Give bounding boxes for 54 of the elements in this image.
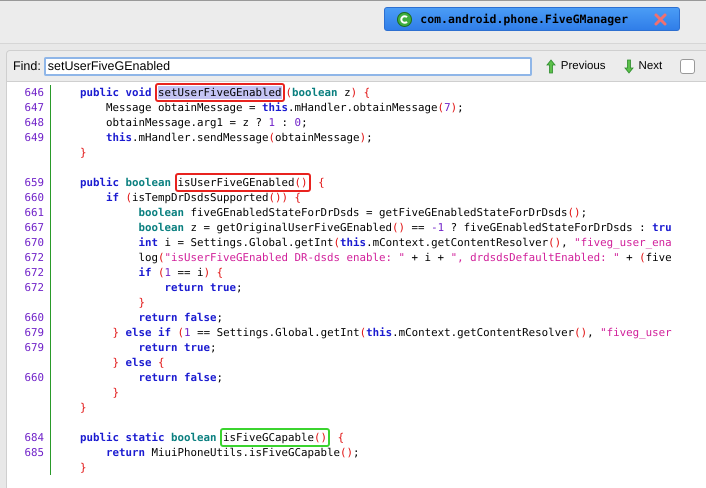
- code-line: public static boolean isFiveGCapable() {: [50, 430, 344, 445]
- code-line: return false;: [50, 310, 224, 325]
- line-number: 660: [23, 370, 45, 385]
- line-number: 685: [23, 445, 45, 460]
- code-line: return false;: [50, 370, 224, 385]
- previous-button[interactable]: Previous: [542, 58, 610, 74]
- code-line: } else if (1 == Settings.Global.getInt(this.mContext.getContentResolver(), "fiveg_user: [50, 325, 672, 340]
- line-number: 648: [23, 115, 45, 130]
- highlight-frame: setUserFiveGEnabled: [155, 83, 285, 102]
- code-line: }: [50, 385, 120, 400]
- line-number: 684: [23, 430, 45, 445]
- code-line: obtainMessage.arg1 = z ? 1 : 0;: [50, 115, 308, 130]
- line-number: 660: [23, 310, 45, 325]
- code-line: log("isUserFiveGEnabled DR-dsds enable: " + i + ", drdsdsDefaultEnabled: " + (five: [50, 250, 672, 265]
- code-line: } else {: [50, 355, 165, 370]
- find-field[interactable]: setUserFiveGEnabled: [44, 56, 532, 76]
- line-number: 646: [23, 85, 45, 100]
- highlight-frame: isUserFiveGEnabled(): [174, 173, 311, 192]
- line-number: 679: [23, 325, 45, 340]
- class-icon: [397, 12, 412, 26]
- line-number: 670: [23, 235, 45, 250]
- down-arrow-icon: [624, 58, 634, 74]
- code-line: return MiuiPhoneUtils.isFiveGCapable();: [50, 445, 360, 460]
- code-line: Message obtainMessage = this.mHandler.obtainMessage(7);: [50, 100, 464, 115]
- find-label: Find:: [13, 59, 41, 73]
- code-line: }: [50, 460, 87, 475]
- next-button[interactable]: Next: [620, 58, 666, 74]
- line-number: 659: [23, 175, 45, 190]
- line-number: 647: [23, 100, 45, 115]
- code-line: return true;: [50, 340, 217, 355]
- line-number: 649: [23, 130, 45, 145]
- checkbox[interactable]: [680, 58, 696, 74]
- up-arrow-icon: [546, 58, 556, 74]
- code-line: boolean z = getOriginalUserFiveGEnabled() == -1 ? fiveGEnabledStateForDrDsds : tru: [50, 220, 672, 235]
- code-line: if (1 == i) {: [50, 265, 224, 280]
- line-number: 672: [23, 250, 45, 265]
- line-number: 672: [23, 265, 45, 280]
- line-number: 660: [23, 190, 45, 205]
- code-line: public void setUserFiveGEnabled (boolean z) {: [50, 85, 370, 100]
- code-line: }: [50, 145, 87, 160]
- code-line: if (isTempDrDsdsSupported()) {: [50, 190, 302, 205]
- code-line: boolean fiveGEnabledStateForDrDsds = getFiveGEnabledStateForDrDsds();: [50, 205, 588, 220]
- code-line: int i = Settings.Global.getInt(this.mContext.getContentResolver(), "fiveg_user_ena: [50, 235, 672, 250]
- code-line: return true;: [50, 280, 243, 295]
- highlight-frame: isFiveGCapable(): [220, 428, 330, 447]
- code-line: }: [50, 295, 146, 310]
- line-number: 672: [23, 280, 45, 295]
- line-number: 667: [23, 220, 45, 235]
- code-line: this.mHandler.sendMessage(obtainMessage);: [50, 130, 373, 145]
- code-line: }: [50, 400, 87, 415]
- line-number: 661: [23, 205, 45, 220]
- line-number: 679: [23, 340, 45, 355]
- editor-tab[interactable]: com.android.phone.FiveGManager: [384, 7, 680, 31]
- code-line: public boolean isUserFiveGEnabled() {: [50, 175, 325, 190]
